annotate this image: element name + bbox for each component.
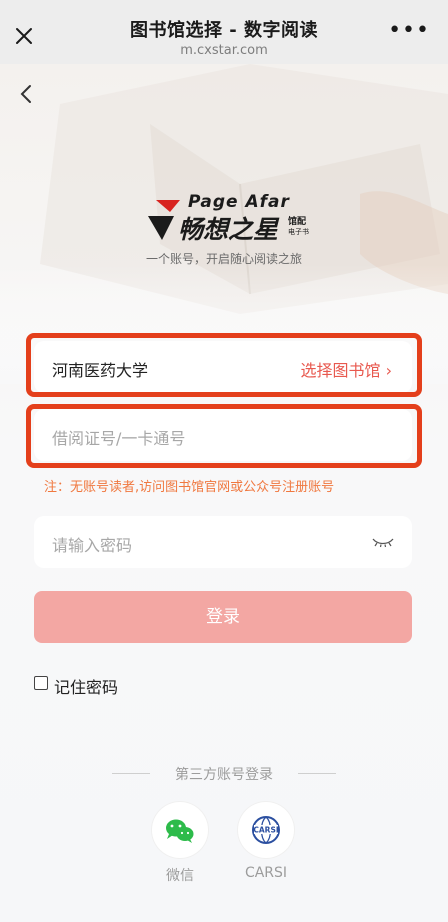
login-button[interactable]: 登录	[34, 591, 412, 643]
eye-closed-icon[interactable]	[372, 536, 394, 548]
wechat-label: 微信	[166, 868, 194, 884]
more-menu-icon[interactable]: •••	[388, 20, 430, 42]
brand-name-cn: 畅想之星	[178, 215, 279, 244]
page-url: m.cxstar.com	[180, 43, 268, 58]
account-input[interactable]: 借阅证号/一卡通号	[34, 409, 412, 461]
password-placeholder: 请输入密码	[52, 536, 133, 555]
carsi-login-button[interactable]: CARSI	[238, 802, 294, 858]
carsi-label: CARSI	[244, 865, 288, 881]
brand-logo: Page Afar 畅想之星 馆配 电子书	[148, 182, 328, 250]
wechat-icon	[166, 819, 194, 843]
back-chevron-icon[interactable]	[18, 84, 34, 104]
account-placeholder: 借阅证号/一卡通号	[52, 429, 186, 448]
divider-right	[298, 773, 336, 774]
password-input[interactable]: 请输入密码	[34, 516, 412, 568]
carsi-icon: CARSI	[252, 816, 280, 844]
brand-tag-ebook: 电子书	[288, 228, 309, 236]
brand-slogan: 一个账号，开启随心阅读之旅	[145, 252, 302, 266]
page-title: 图书馆选择 - 数字阅读	[129, 20, 318, 41]
remember-password-label: 记住密码	[54, 678, 119, 697]
select-library-link[interactable]: 选择图书馆 ›	[301, 357, 393, 381]
login-page: Page Afar 畅想之星 馆配 电子书 一个账号，开启随心阅读之旅 河南医药…	[0, 64, 448, 922]
checkbox-icon[interactable]	[34, 676, 48, 690]
brand-tag-guanpei: 馆配	[288, 217, 307, 227]
browser-topbar: 图书馆选择 - 数字阅读 m.cxstar.com •••	[0, 0, 448, 64]
library-value: 河南医药大学	[52, 361, 149, 380]
third-party-title: 第三方账号登录	[175, 767, 273, 783]
registration-note: 注：无账号读者,访问图书馆官网或公众号注册账号	[44, 480, 335, 495]
wechat-login-button[interactable]	[152, 802, 208, 858]
svg-text:CARSI: CARSI	[253, 826, 278, 835]
brand-name-en: Page Afar	[188, 192, 290, 212]
library-select-field[interactable]: 河南医药大学 选择图书馆 ›	[34, 341, 412, 393]
